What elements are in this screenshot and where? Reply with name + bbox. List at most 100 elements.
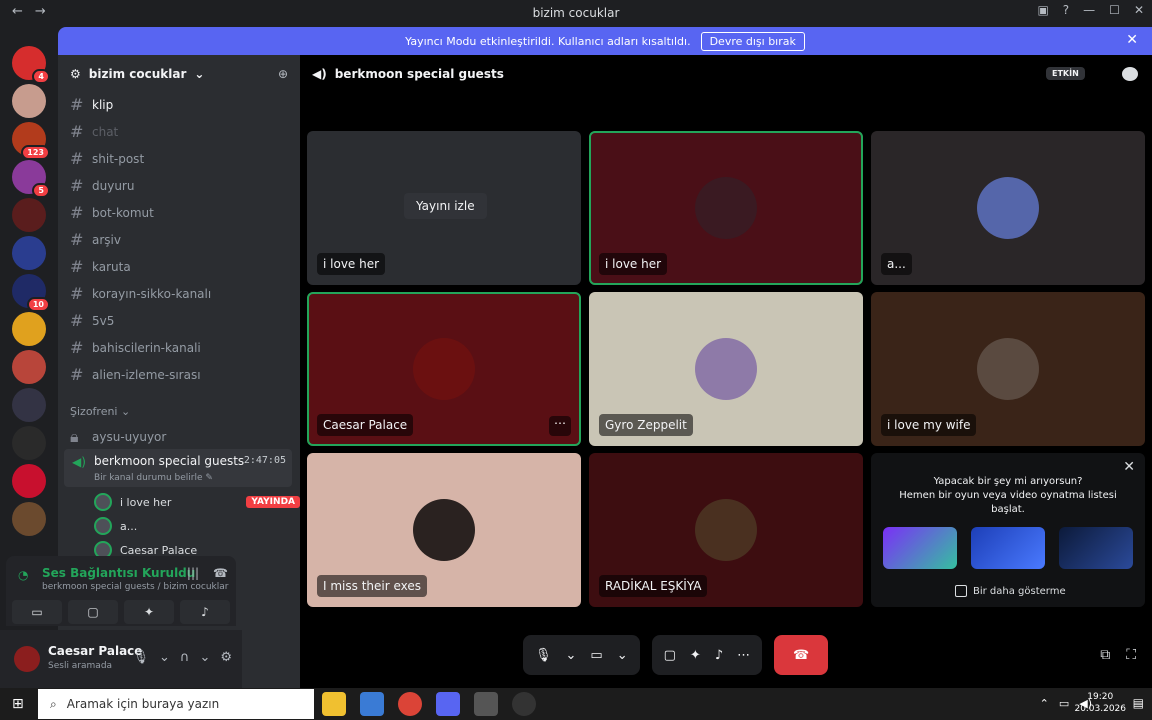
window-title: bizim cocuklar: [532, 6, 620, 20]
server-icon[interactable]: 123: [12, 122, 50, 160]
channel-item[interactable]: # korayın-sikko-kanalı: [70, 284, 211, 303]
user-name[interactable]: Caesar Palace: [48, 644, 142, 658]
watch-stream-button[interactable]: Yayını izle: [404, 193, 487, 219]
checkbox-box[interactable]: [955, 585, 967, 597]
noise-suppression-icon[interactable]: |||: [187, 566, 199, 580]
chevron-down-icon[interactable]: ⌄: [159, 650, 170, 665]
app-icon[interactable]: [360, 692, 384, 716]
voice-user[interactable]: a...: [94, 517, 294, 535]
participant-tile[interactable]: a...: [871, 131, 1145, 285]
close-notice-icon[interactable]: ✕: [1126, 32, 1138, 48]
activities-icon[interactable]: ✦: [690, 648, 701, 663]
disconnect-icon[interactable]: ☎: [213, 566, 228, 580]
help-icon[interactable]: ?: [1063, 3, 1069, 17]
channel-status[interactable]: Bir kanal durumu belirle ✎: [94, 473, 213, 483]
dont-show-again-checkbox[interactable]: Bir daha gösterme: [955, 585, 1066, 597]
microphone-icon[interactable]: 🎙︎: [535, 648, 552, 663]
voice-user[interactable]: i love her YAYINDA: [94, 493, 300, 511]
server-icon[interactable]: [12, 236, 46, 270]
close-promo-icon[interactable]: ✕: [1123, 459, 1135, 475]
server-icon[interactable]: 5: [12, 160, 50, 198]
valorant-activity-card[interactable]: [883, 527, 957, 569]
channel-item[interactable]: # alien-izleme-sırası: [70, 365, 201, 384]
server-icon[interactable]: 4: [12, 46, 50, 84]
server-header[interactable]: ⚙ bizim cocuklar ⌄: [70, 67, 204, 81]
channel-item[interactable]: # bot-komut: [70, 203, 154, 222]
channel-item[interactable]: # bahiscilerin-kanali: [70, 338, 201, 357]
rythm-activity-card[interactable]: [1059, 527, 1133, 569]
server-icon[interactable]: [12, 312, 46, 346]
server-icon[interactable]: [12, 502, 46, 536]
inbox-icon[interactable]: ▣: [1037, 3, 1048, 17]
channel-item[interactable]: #5v5: [70, 311, 114, 330]
server-icon[interactable]: [12, 426, 46, 460]
locked-channel[interactable]: 🔒︎ aysu-uyuyor: [70, 427, 166, 447]
chevron-down-icon[interactable]: ⌄: [566, 648, 577, 663]
gear-icon[interactable]: ⚙: [220, 650, 232, 665]
channel-item[interactable]: # chat: [70, 122, 118, 141]
8ball-activity-card[interactable]: [971, 527, 1045, 569]
participant-tile[interactable]: Gyro Zeppelit: [589, 292, 863, 446]
windows-start-icon[interactable]: ⊞: [12, 696, 24, 712]
chrome-icon[interactable]: [398, 692, 422, 716]
fullscreen-icon[interactable]: ⛶: [1126, 647, 1136, 663]
more-options-icon[interactable]: ⋯: [549, 416, 571, 436]
camera-off-button[interactable]: ▭: [12, 600, 62, 624]
headphones-icon[interactable]: ∩: [180, 650, 190, 665]
connection-status[interactable]: Ses Bağlantısı Kuruldu: [42, 566, 195, 580]
chevron-down-icon[interactable]: ⌄: [617, 648, 628, 663]
share-screen-button[interactable]: ▢: [68, 600, 118, 624]
signal-icon: ◔: [18, 568, 29, 582]
server-icon[interactable]: [12, 84, 46, 118]
tray-up-icon[interactable]: ⌃: [1040, 697, 1049, 710]
soundboard-button[interactable]: ♪: [180, 600, 230, 624]
unread-badge: 10: [26, 297, 50, 312]
chevron-down-icon[interactable]: ⌄: [199, 650, 210, 665]
camera-off-icon[interactable]: ▭: [590, 648, 602, 663]
category-schizophrenia[interactable]: Şizofreni ⌄: [70, 405, 130, 418]
activity-badge[interactable]: ETKİN: [1046, 67, 1085, 80]
close-window-icon[interactable]: ✕: [1134, 3, 1144, 17]
disable-streamer-mode-button[interactable]: Devre dışı bırak: [700, 31, 805, 51]
microphone-icon[interactable]: 🎙︎: [133, 650, 150, 665]
discord-icon[interactable]: [436, 692, 460, 716]
participant-tile[interactable]: i love my wife: [871, 292, 1145, 446]
taskbar-search[interactable]: ⌕ Aramak için buraya yazın: [38, 689, 314, 719]
participant-tile[interactable]: I miss their exes: [307, 453, 581, 607]
minimize-icon[interactable]: —: [1083, 3, 1095, 17]
clock[interactable]: 19:20 20.03.2026: [1074, 691, 1126, 715]
participant-tile[interactable]: RADİKAL EŞKİYA: [589, 453, 863, 607]
participant-tile[interactable]: i love her: [589, 131, 863, 285]
soundboard-icon[interactable]: ♪: [715, 648, 723, 663]
channel-item[interactable]: # arşiv: [70, 230, 121, 249]
server-avatar: [12, 198, 46, 232]
notification-icon[interactable]: ▤: [1133, 696, 1144, 710]
settings-icon[interactable]: [474, 692, 498, 716]
hash-icon: #: [70, 257, 84, 276]
participant-tile[interactable]: ⋯ Caesar Palace: [307, 292, 581, 446]
share-screen-icon[interactable]: ▢: [664, 648, 676, 663]
server-icon[interactable]: [12, 464, 46, 498]
channel-item[interactable]: # klip: [70, 95, 113, 114]
popout-icon[interactable]: ⧉: [1100, 647, 1110, 663]
activities-button[interactable]: ✦: [124, 600, 174, 624]
obs-icon[interactable]: [512, 692, 536, 716]
maximize-icon[interactable]: ☐: [1109, 3, 1120, 17]
network-icon[interactable]: ▭: [1059, 697, 1069, 710]
file-explorer-icon[interactable]: [322, 692, 346, 716]
server-icon[interactable]: [12, 350, 46, 384]
server-icon[interactable]: [12, 388, 46, 422]
server-icon[interactable]: 10: [12, 274, 50, 312]
active-voice-channel[interactable]: ◀) berkmoon special guests 2:47:05 Bir k…: [64, 449, 292, 487]
avatar[interactable]: [14, 646, 40, 672]
add-friend-icon[interactable]: ⊕: [278, 67, 288, 81]
channel-item[interactable]: # duyuru: [70, 176, 134, 195]
channel-item[interactable]: # karuta: [70, 257, 131, 276]
leave-call-button[interactable]: ☎: [774, 635, 829, 675]
server-icon[interactable]: [12, 198, 46, 232]
participant-tile[interactable]: Yayını izle i love her: [307, 131, 581, 285]
more-options-icon[interactable]: ⋯: [737, 648, 750, 663]
lock-icon: 🔒︎: [70, 427, 79, 446]
channel-item[interactable]: # shit-post: [70, 149, 144, 168]
chat-icon[interactable]: [1122, 67, 1138, 81]
